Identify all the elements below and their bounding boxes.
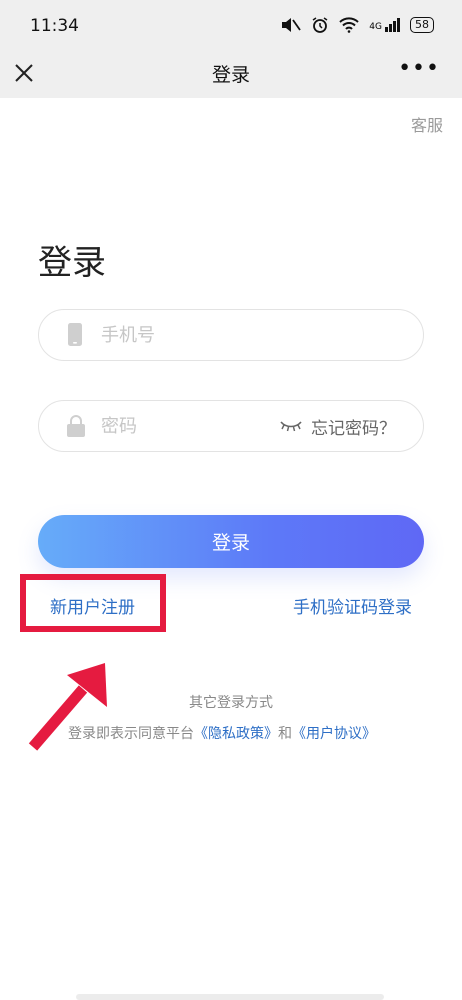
phone-input[interactable] xyxy=(101,310,301,360)
mute-icon xyxy=(282,18,302,32)
login-button[interactable]: 登录 xyxy=(38,515,424,568)
other-login-methods[interactable]: 其它登录方式 xyxy=(0,692,462,712)
signal-icon: 4G xyxy=(369,18,400,32)
status-time: 11:34 xyxy=(30,16,79,36)
network-type: 4G xyxy=(369,22,382,32)
more-icon[interactable]: ••• xyxy=(398,56,440,81)
customer-service-link[interactable]: 客服 xyxy=(411,112,443,136)
home-indicator xyxy=(76,994,384,1000)
agreement-prefix: 登录即表示同意平台 xyxy=(68,726,194,742)
eye-closed-icon[interactable] xyxy=(280,419,302,433)
lock-icon xyxy=(67,415,85,437)
password-field[interactable]: 忘记密码？ xyxy=(38,400,424,452)
phone-field[interactable] xyxy=(38,309,424,361)
user-agreement-link[interactable]: 《用户协议》 xyxy=(292,726,376,742)
alarm-icon xyxy=(312,17,328,33)
privacy-policy-link[interactable]: 《隐私政策》 xyxy=(194,726,278,742)
phone-icon xyxy=(68,323,82,346)
battery-indicator: 58 xyxy=(410,17,434,33)
status-icons: 4G 58 xyxy=(279,16,434,34)
forgot-password-link[interactable]: 忘记密码？ xyxy=(311,414,396,439)
status-bar: 11:34 4G 58 xyxy=(0,0,462,56)
agreement-text: 登录即表示同意平台《隐私政策》和《用户协议》 xyxy=(68,723,376,743)
nav-title: 登录 xyxy=(211,64,250,86)
agreement-and: 和 xyxy=(278,726,292,742)
highlight-box xyxy=(20,574,166,632)
sms-login-link[interactable]: 手机验证码登录 xyxy=(293,593,412,618)
password-input[interactable] xyxy=(101,401,301,451)
nav-bar: 登录 ••• xyxy=(0,56,462,98)
wifi-icon xyxy=(339,17,359,33)
page-title: 登录 xyxy=(38,242,106,283)
